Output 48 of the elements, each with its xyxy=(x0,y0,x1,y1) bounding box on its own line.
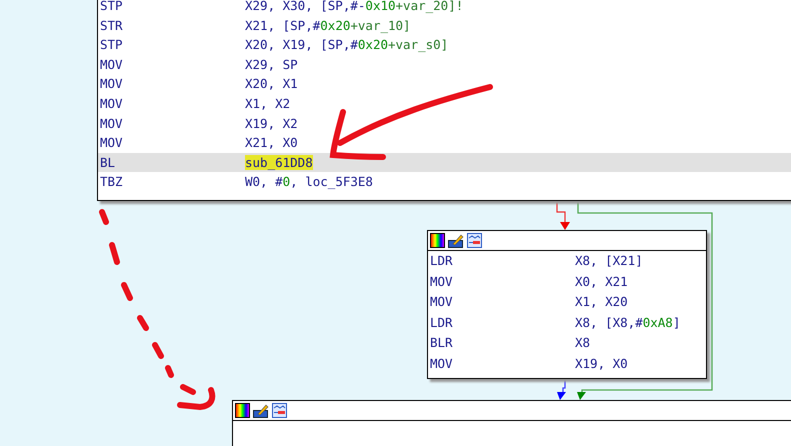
instruction-row[interactable]: STP X29, X30, [SP,#-0x10+var_20]! xyxy=(98,0,791,16)
mnemonic-text: TBZ xyxy=(100,173,124,192)
mnemonic-text: LDR xyxy=(430,252,454,270)
instruction-row[interactable]: MOV X20, X1 xyxy=(98,74,791,94)
mnemonic-text: MOV xyxy=(100,94,124,113)
instruction-row[interactable]: MOV X29, SP xyxy=(98,54,791,74)
mnemonic-text: BL xyxy=(100,154,116,172)
operand-text: X20, X19, [SP,#0x20+var_s0] xyxy=(245,36,448,54)
mnemonic-text: STP xyxy=(100,36,124,54)
instruction-row[interactable]: MOV X19, X0 xyxy=(428,354,706,374)
instruction-row[interactable]: TBZ W0, #0, loc_5F3E8 xyxy=(98,172,791,192)
operand-text: sub_61DD8 xyxy=(245,154,313,172)
operand-text: X19, X0 xyxy=(575,354,628,372)
mnemonic-text: STP xyxy=(100,0,124,15)
operand-text: X20, X1 xyxy=(245,75,298,94)
instruction-row[interactable]: MOV X1, X20 xyxy=(428,292,706,312)
operand-text: W0, #0, loc_5F3E8 xyxy=(245,173,373,192)
instruction-row[interactable]: STP X20, X19, [SP,#0x20+var_s0] xyxy=(98,35,791,55)
operand-text: X29, X30, [SP,#-0x10+var_20]! xyxy=(245,0,464,15)
instruction-row[interactable]: MOV X19, X2 xyxy=(98,114,791,134)
operand-text: X21, [SP,#0x20+var_10] xyxy=(245,16,411,35)
instruction-row[interactable]: STR X21, [SP,#0x20+var_10] xyxy=(98,16,791,36)
operand-text: X1, X20 xyxy=(575,293,628,311)
instruction-row[interactable]: MOV X1, X2 xyxy=(98,94,791,114)
mnemonic-text: MOV xyxy=(100,75,124,94)
instruction-row[interactable]: MOV X21, X0 xyxy=(98,133,791,153)
mnemonic-text: BLR xyxy=(430,334,454,352)
mnemonic-text: MOV xyxy=(430,272,454,290)
operand-text: X8, [X21] xyxy=(575,252,643,270)
mnemonic-text: STR xyxy=(100,16,124,35)
mnemonic-text: MOV xyxy=(430,293,454,311)
operand-text: X8 xyxy=(575,334,590,352)
operand-text: X21, X0 xyxy=(245,134,298,152)
instruction-row[interactable]: BLR X8 xyxy=(428,333,706,354)
mnemonic-text: MOV xyxy=(100,134,124,152)
instruction-row[interactable]: LDR X8, [X21] xyxy=(428,251,706,272)
instruction-row[interactable]: MOV X0, X21 xyxy=(428,272,706,292)
mnemonic-text: LDR xyxy=(430,314,454,332)
operand-text: X1, X2 xyxy=(245,94,290,113)
operand-text: X19, X2 xyxy=(245,114,298,133)
mnemonic-text: MOV xyxy=(430,354,454,372)
operand-text: X8, [X8,#0xA8] xyxy=(575,314,680,332)
operand-text: X0, X21 xyxy=(575,272,628,290)
operand-text: X29, SP xyxy=(245,56,298,74)
instruction-row[interactable]: LDR X8, [X8,#0xA8] xyxy=(428,312,706,333)
mnemonic-text: MOV xyxy=(100,56,124,74)
instruction-row[interactable]: BL sub_61DD8 xyxy=(98,152,791,172)
mnemonic-text: MOV xyxy=(100,114,124,133)
